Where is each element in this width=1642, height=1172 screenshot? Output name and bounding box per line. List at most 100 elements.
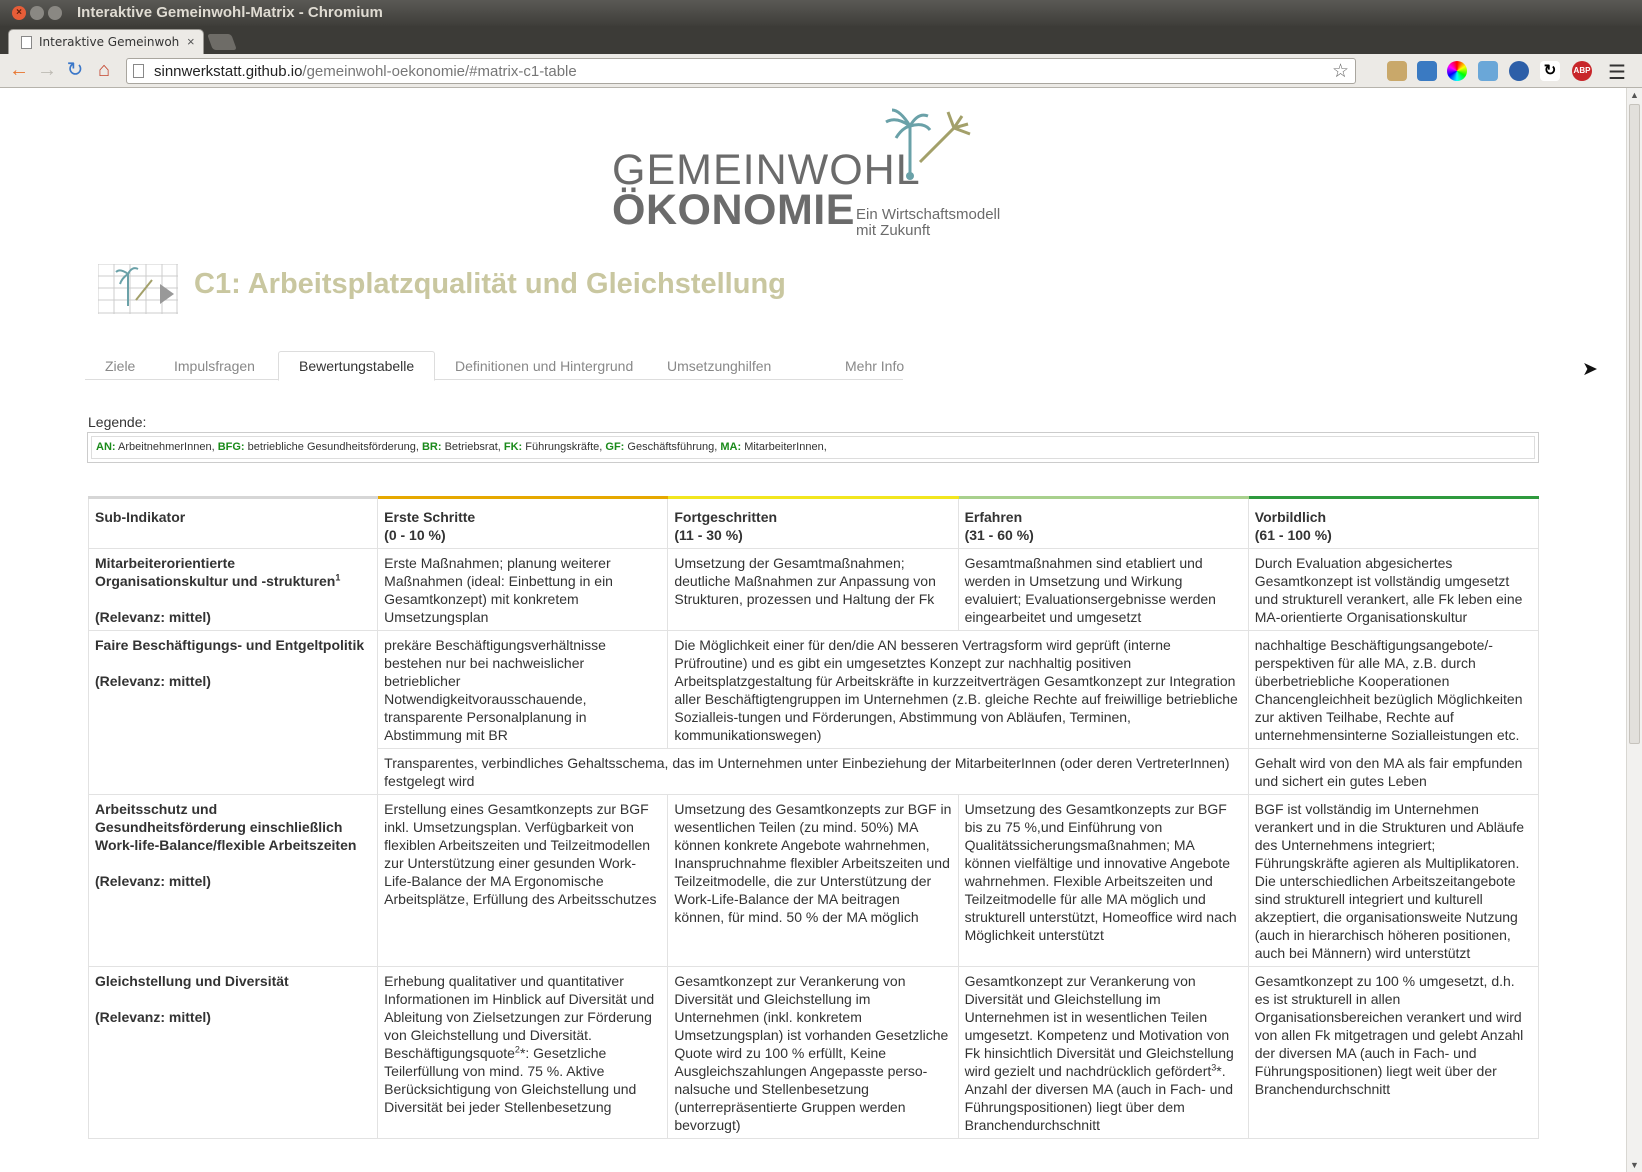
window-title: Interaktive Gemeinwohl-Matrix - Chromium — [77, 4, 383, 21]
footnote-ref[interactable]: 1 — [335, 572, 340, 582]
scroll-down-arrow-icon[interactable]: ▼ — [1630, 1160, 1639, 1170]
level-name: Erste Schritte — [384, 509, 476, 525]
level-3-cell: Gesamtkonzept zur Verankerung von Divers… — [957, 966, 1249, 1139]
table-row: Gleichstellung und Diversität (Relevanz: … — [87, 966, 1540, 1139]
indicator-cell: Faire Beschäftigungs- und Entgeltpolitik… — [87, 630, 379, 795]
page-icon — [133, 64, 144, 78]
level-name: Vorbildlich — [1254, 509, 1327, 525]
address-bar[interactable]: sinnwerkstatt.github.io/gemeinwohl-oekon… — [126, 58, 1356, 84]
window-close-button[interactable]: × — [12, 6, 26, 20]
legend-key: MA: — [720, 441, 742, 453]
level-range: (0 - 10 %) — [384, 527, 446, 543]
new-tab-button[interactable] — [207, 34, 237, 50]
tab-mehr-info[interactable]: Mehr Info — [825, 352, 924, 381]
cell-text: Gesamtkonzept zur Verankerung von Divers… — [964, 973, 1234, 1079]
legend-key: GF: — [605, 441, 625, 453]
tab-ziele[interactable]: Ziele — [85, 352, 155, 381]
home-icon[interactable]: ⌂ — [93, 58, 115, 82]
tab-definitionen[interactable]: Definitionen und Hintergrund — [435, 352, 653, 381]
bookmark-star-icon[interactable]: ☆ — [1332, 60, 1349, 83]
tab-close-icon[interactable]: × — [187, 34, 195, 49]
indicator-name: Arbeitsschutz und Gesundheitsförderung e… — [95, 801, 357, 853]
forward-arrow-icon[interactable]: → — [36, 58, 58, 82]
globe-extension-icon[interactable] — [1509, 61, 1529, 81]
level-4-cell: Gehalt wird von den MA als fair empfunde… — [1247, 748, 1540, 795]
url-path: /gemeinwohl-oekonomie/#matrix-c1-table — [302, 63, 577, 80]
scrollbar-thumb[interactable] — [1629, 104, 1640, 744]
menu-icon[interactable]: ☰ — [1608, 60, 1626, 85]
page-content: GEMEINWOHL ÖKONOMIE Ein Wirtschaftsmodel… — [0, 88, 1626, 1172]
section-tabs: Ziele Impulsfragen Bewertungstabelle Def… — [85, 351, 904, 381]
tab-bewertungstabelle[interactable]: Bewertungstabelle — [278, 351, 436, 381]
relevance-label: (Relevanz: mittel) — [95, 673, 211, 689]
legend-box: AN: ArbeitnehmerInnen, BFG: betriebliche… — [87, 432, 1539, 463]
evaluation-table: Sub-Indikator Erste Schritte (0 - 10 %) F… — [87, 496, 1540, 1139]
color-picker-extension-icon[interactable] — [1447, 61, 1467, 81]
extension-icon[interactable] — [1417, 61, 1437, 81]
logo-tagline-line2: mit Zukunft — [856, 222, 931, 239]
title-bar: × Interaktive Gemeinwohl-Matrix - Chromi… — [0, 0, 1642, 26]
browser-tab[interactable]: Interaktive Gemeinwohl-M × — [8, 29, 204, 55]
page-title: C1: Arbeitsplatzqualität und Gleichstell… — [194, 268, 786, 300]
legend-key: BFG: — [217, 441, 245, 453]
indicator-name: Faire Beschäftigungs- und Entgeltpolitik — [95, 637, 365, 653]
legend-text: ArbeitnehmerInnen, — [118, 441, 215, 453]
matrix-grid-icon — [98, 264, 178, 314]
extension-icon[interactable] — [1387, 61, 1407, 81]
mouse-cursor-icon: ➤ — [1582, 359, 1598, 380]
level-4-cell: Gesamtkonzept zu 100 % umgesetzt, d.h. e… — [1247, 966, 1540, 1139]
level-range: (31 - 60 %) — [964, 527, 1034, 543]
adblock-extension-icon[interactable]: ABP — [1572, 61, 1592, 81]
level-1-cell: Erstellung eines Gesamtkonzepts zur BGF … — [377, 794, 669, 967]
level-2-cell: Umsetzung der Gesamtmaßnahmen; deutliche… — [667, 548, 959, 631]
url-host: sinnwerkstatt.github.io — [154, 63, 303, 80]
logo-text-line2: ÖKONOMIE — [612, 186, 855, 234]
level-1-cell: Erhebung qualitativer und quantitativer … — [377, 966, 669, 1139]
legend-key: AN: — [96, 441, 116, 453]
legend-text: Betriebsrat, — [444, 441, 501, 453]
browser-toolbar: ← → ↻ ⌂ sinnwerkstatt.github.io/gemeinwo… — [0, 54, 1642, 88]
level-2-cell: Umsetzung des Gesamtkonzepts zur BGF in … — [667, 794, 959, 967]
reload-icon[interactable]: ↻ — [64, 58, 86, 82]
relevance-label: (Relevanz: mittel) — [95, 1009, 211, 1025]
url-text[interactable]: sinnwerkstatt.github.io/gemeinwohl-oekon… — [154, 63, 577, 80]
scroll-up-arrow-icon[interactable]: ▲ — [1630, 90, 1639, 100]
tab-strip: Interaktive Gemeinwohl-M × — [0, 26, 1642, 55]
logo-tagline-line1: Ein Wirtschaftsmodell — [856, 206, 1001, 223]
level-name: Erfahren — [964, 509, 1023, 525]
level-3-cell: Gesamtmaßnahmen sind etabliert und werde… — [957, 548, 1249, 631]
relevance-label: (Relevanz: mittel) — [95, 609, 211, 625]
indicator-cell: Mitarbeiterorientierte Organisationskult… — [87, 548, 379, 631]
legend-label: Legende: — [88, 414, 147, 430]
back-arrow-icon[interactable]: ← — [8, 58, 30, 82]
header-level-2: Fortgeschritten (11 - 30 %) — [667, 496, 959, 549]
sync-extension-icon[interactable]: ↻ — [1540, 61, 1560, 81]
logo-tagline: Ein Wirtschaftsmodell mit Zukunft — [856, 207, 1016, 239]
level-4-cell: BGF ist vollständig im Unternehmen veran… — [1247, 794, 1540, 967]
tab-umsetzunghilfen[interactable]: Umsetzunghilfen — [647, 352, 791, 381]
tab-impulsfragen[interactable]: Impulsfragen — [154, 352, 275, 381]
level-1-3-cell: Transparentes, verbindliches Gehaltssche… — [377, 748, 1249, 795]
window-maximize-button[interactable] — [48, 6, 62, 20]
logo: GEMEINWOHL ÖKONOMIE Ein Wirtschaftsmodel… — [612, 106, 1012, 239]
header-level-4: Vorbildlich (61 - 100 %) — [1247, 496, 1540, 549]
legend-key: BR: — [421, 441, 442, 453]
extension-icon[interactable] — [1478, 61, 1498, 81]
legend-text: MitarbeiterInnen, — [744, 441, 827, 453]
legend-items: AN: ArbeitnehmerInnen, BFG: betriebliche… — [91, 436, 1535, 459]
level-4-cell: Durch Evaluation abgesichertes Gesamtkon… — [1247, 548, 1540, 631]
relevance-label: (Relevanz: mittel) — [95, 873, 211, 889]
level-3-cell: Umsetzung des Gesamtkonzepts zur BGF bis… — [957, 794, 1249, 967]
indicator-cell: Arbeitsschutz und Gesundheitsförderung e… — [87, 794, 379, 967]
indicator-name: Mitarbeiterorientierte Organisationskult… — [95, 555, 336, 589]
header-sub-indicator: Sub-Indikator — [87, 496, 379, 549]
level-1-cell: Erste Maßnahmen; planung weiterer Maßnah… — [377, 548, 669, 631]
indicator-cell: Gleichstellung und Diversität (Relevanz: … — [87, 966, 379, 1139]
indicator-name: Gleichstellung und Diversität — [95, 973, 289, 989]
tab-title: Interaktive Gemeinwohl-M — [39, 35, 179, 49]
page-icon — [21, 36, 32, 49]
vertical-scrollbar[interactable]: ▲ ▼ — [1626, 88, 1642, 1172]
browser-window: × Interaktive Gemeinwohl-Matrix - Chromi… — [0, 0, 1642, 1172]
window-minimize-button[interactable] — [30, 6, 44, 20]
level-name: Fortgeschritten — [674, 509, 778, 525]
